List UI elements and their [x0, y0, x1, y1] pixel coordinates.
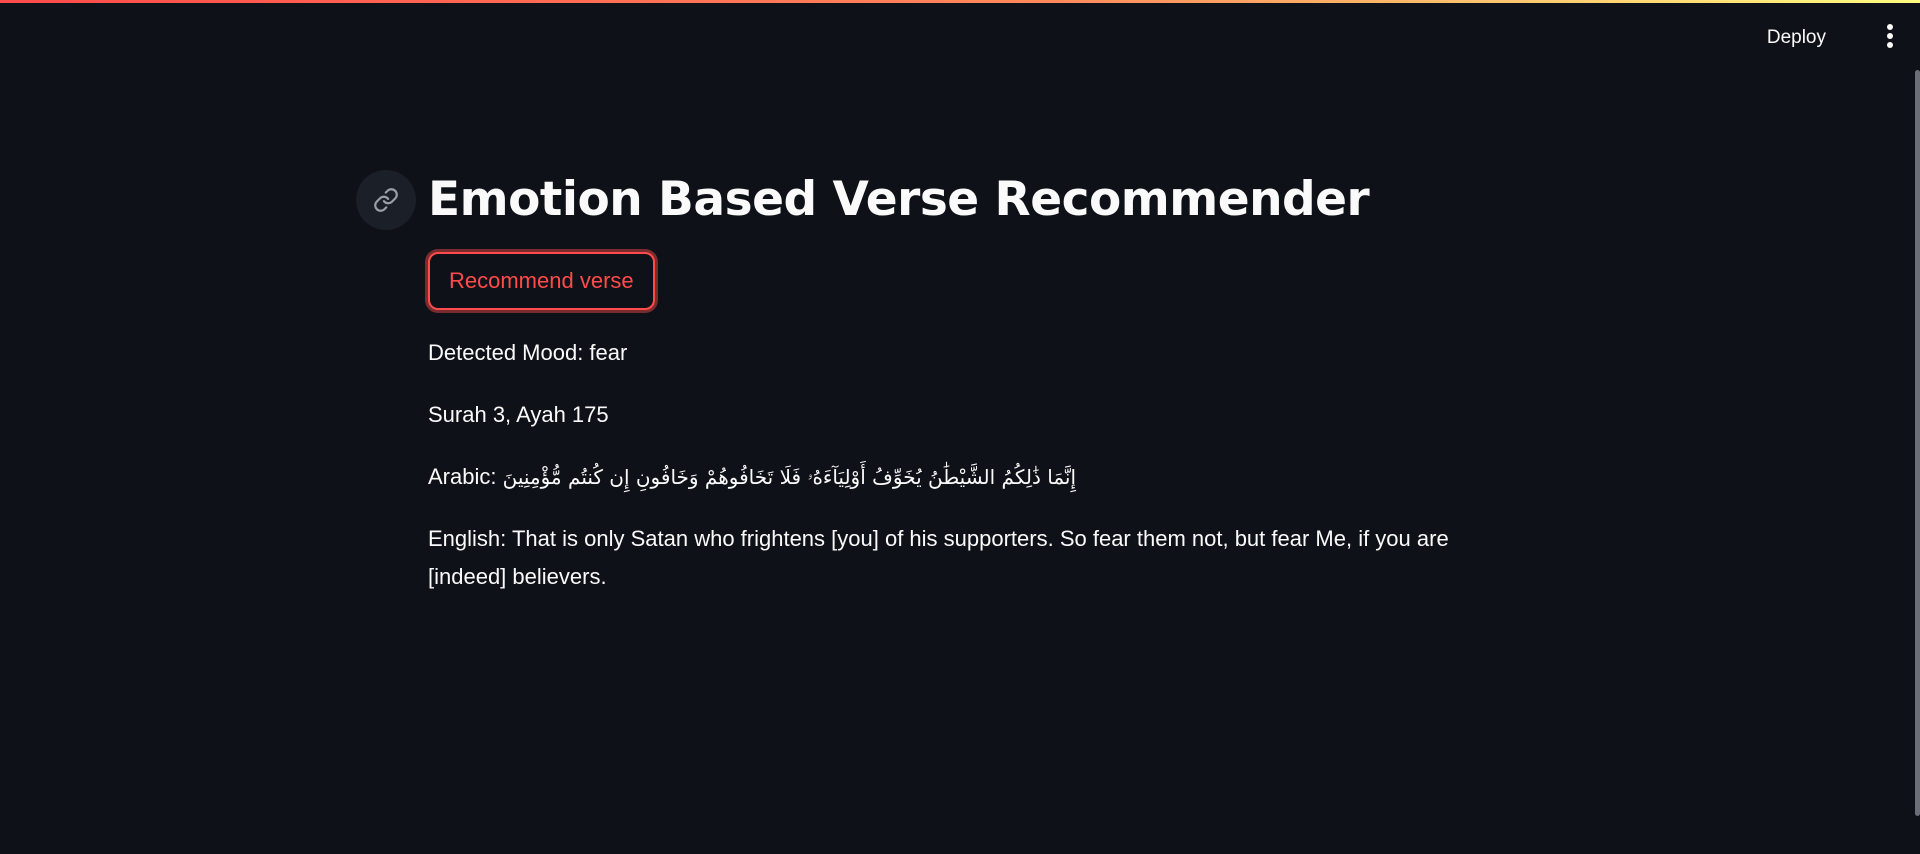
main-content: Emotion Based Verse Recommender Recommen… [356, 168, 1468, 596]
recommend-verse-button[interactable]: Recommend verse [428, 252, 655, 310]
app-header: Deploy [0, 3, 1920, 69]
page-title: Emotion Based Verse Recommender [428, 172, 1370, 227]
detected-mood-text: Detected Mood: fear [428, 340, 628, 365]
main-menu-button[interactable] [1878, 24, 1902, 54]
header-anchor-link[interactable] [356, 170, 416, 230]
arabic-label: Arabic: [428, 464, 503, 489]
three-dots-vertical-icon [1878, 24, 1902, 48]
link-icon [374, 188, 398, 212]
arabic-verse-text: إِنَّمَا ذَٰلِكُمُ الشَّيْطَٰنُ يُخَوِّف… [502, 465, 1077, 489]
surah-ayah-text: Surah 3, Ayah 175 [428, 402, 609, 427]
english-translation: English: That is only Satan who frighten… [428, 526, 1449, 589]
scrollbar[interactable] [1915, 70, 1920, 816]
deploy-button[interactable]: Deploy [1757, 20, 1836, 56]
arabic-verse: Arabic: إِنَّمَا ذَٰلِكُمُ الشَّيْطَٰنُ … [428, 458, 1468, 496]
